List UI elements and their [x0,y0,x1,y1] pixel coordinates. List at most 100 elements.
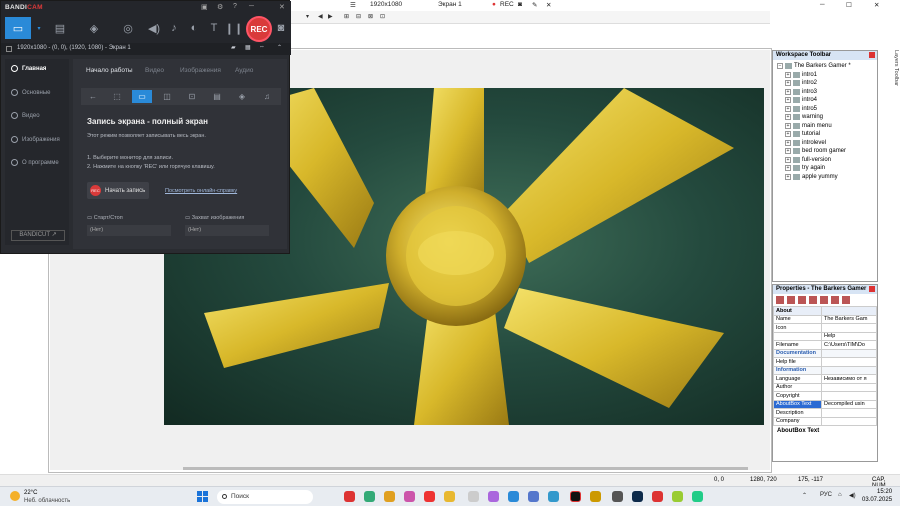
tool-icon[interactable] [776,296,784,304]
tree-root[interactable]: − The Barkers Gamer * [777,62,873,71]
tree-item[interactable]: + intro2 [777,79,873,88]
chevron-up-icon[interactable]: ⌃ [277,44,282,51]
app-icon[interactable] [612,491,623,502]
bandicam-taskbar-icon[interactable] [570,491,581,502]
tab-video[interactable]: Видео [145,67,164,74]
resize-icon[interactable]: ⇔ [259,44,265,50]
app-icon[interactable] [468,491,479,502]
property-row[interactable]: About [773,306,877,316]
property-row[interactable]: Help file [773,357,877,367]
nav-general[interactable]: Основные [11,89,50,96]
expand-icon[interactable]: + [785,173,791,180]
close-icon[interactable]: ✕ [546,1,551,9]
app-icon[interactable] [528,491,539,502]
tab-images[interactable]: Изображения [180,67,221,74]
app-icon[interactable] [384,491,395,502]
property-row[interactable]: Company [773,416,877,426]
property-row[interactable]: Language Независимо от я [773,374,877,384]
property-value[interactable] [821,306,877,316]
property-value[interactable] [821,323,877,333]
photoshop-icon[interactable] [632,491,643,502]
tree-item[interactable]: + warning [777,113,873,122]
layers-toolbar-tab[interactable]: Layers Toolbar [889,50,899,150]
checkbox[interactable] [6,46,12,52]
property-row[interactable]: AboutBox Text Decompiled usin [773,399,877,409]
rec-button[interactable]: REC [246,16,272,42]
webcam-icon[interactable]: ◎ [115,17,141,39]
dropdown-icon[interactable]: ▾ [306,13,309,20]
tree-item[interactable]: + introlevel [777,139,873,148]
whatsapp-icon[interactable] [692,491,703,502]
tool-icon[interactable]: ⊞ [344,13,349,20]
start-recording-button[interactable]: REC Начать запись [87,182,149,199]
expand-icon[interactable]: + [785,139,791,146]
game-icon[interactable]: ◈ [232,90,252,103]
property-value[interactable] [821,408,877,418]
tool-icon[interactable] [809,296,817,304]
tree-item[interactable]: + intro4 [777,96,873,105]
camera-icon[interactable]: ◙ [273,17,289,39]
close-button[interactable]: ✕ [874,1,879,9]
tree-item[interactable]: + tutorial [777,130,873,139]
menu-icon[interactable]: ☰ [350,1,356,9]
yandex-icon[interactable] [344,491,355,502]
tool-icon[interactable] [787,296,795,304]
bandicut-button[interactable]: BANDICUT ↗ [11,230,65,241]
volume-icon[interactable]: ◀) [849,492,856,499]
expand-icon[interactable]: + [785,80,791,87]
tree-item[interactable]: + intro1 [777,71,873,80]
property-row[interactable]: Description [773,408,877,418]
video-icon[interactable]: ▰ [231,44,236,51]
hdmi-icon[interactable]: ▤ [47,17,73,39]
settings-icon[interactable]: ⚙ [217,3,223,11]
expand-icon[interactable]: + [785,114,791,121]
expand-icon[interactable]: + [785,88,791,95]
property-value[interactable] [821,357,877,367]
camera-icon[interactable]: ◙ [518,1,522,8]
network-icon[interactable]: ⌂ [838,492,842,498]
property-row[interactable]: Icon [773,323,877,333]
game-icon[interactable]: ◈ [81,17,107,39]
property-row[interactable]: Author [773,382,877,392]
hotkey-start-field[interactable]: (Нет) [87,225,171,236]
property-row[interactable]: Copyright [773,391,877,401]
tool-icon[interactable]: ⊡ [380,13,385,20]
fullscreen-icon[interactable]: ▭ [132,90,152,103]
close-button[interactable]: ✕ [279,3,285,11]
folder-icon[interactable] [444,491,455,502]
hdmi-icon[interactable]: ▤ [207,90,227,103]
nav-about[interactable]: О программе [11,159,59,166]
region-icon[interactable]: ⬚ [107,90,127,103]
tool-icon[interactable] [820,296,828,304]
tree-item[interactable]: + bed room gamer [777,147,873,156]
capture-icon[interactable]: ▦ [245,44,251,51]
expand-icon[interactable]: + [785,165,791,172]
property-value[interactable] [821,365,877,375]
edge-icon[interactable] [508,491,519,502]
property-value[interactable] [821,391,877,401]
tool-icon[interactable] [798,296,806,304]
back-icon[interactable]: ← [83,90,103,103]
property-value[interactable] [821,416,877,426]
maximize-button[interactable]: ☐ [846,1,852,9]
nav-home[interactable]: Главная [11,65,46,72]
start-button[interactable] [197,491,208,502]
chevron-up-icon[interactable]: ⌃ [802,492,807,499]
tree-item[interactable]: + apple yummy [777,173,873,182]
property-row[interactable]: Information [773,365,877,375]
clock[interactable]: 15:20 03.07.2025 [862,488,892,504]
tool-icon[interactable]: ⊠ [368,13,373,20]
online-help-link[interactable]: Посмотреть онлайн-справку [165,188,237,194]
expand-icon[interactable]: + [785,131,791,138]
property-value[interactable]: The Barkers Gam [821,314,877,324]
app-icon[interactable] [404,491,415,502]
collapse-icon[interactable]: − [777,63,783,70]
window-icon[interactable]: ◫ [157,90,177,103]
hotkey-capture-field[interactable]: (Нет) [185,225,269,236]
expand-icon[interactable]: + [785,156,791,163]
tab-getting-started[interactable]: Начало работы [86,67,133,74]
expand-icon[interactable]: + [785,97,791,104]
close-icon[interactable] [869,52,875,58]
expand-icon[interactable]: + [785,122,791,129]
property-row[interactable]: Documentation [773,348,877,358]
